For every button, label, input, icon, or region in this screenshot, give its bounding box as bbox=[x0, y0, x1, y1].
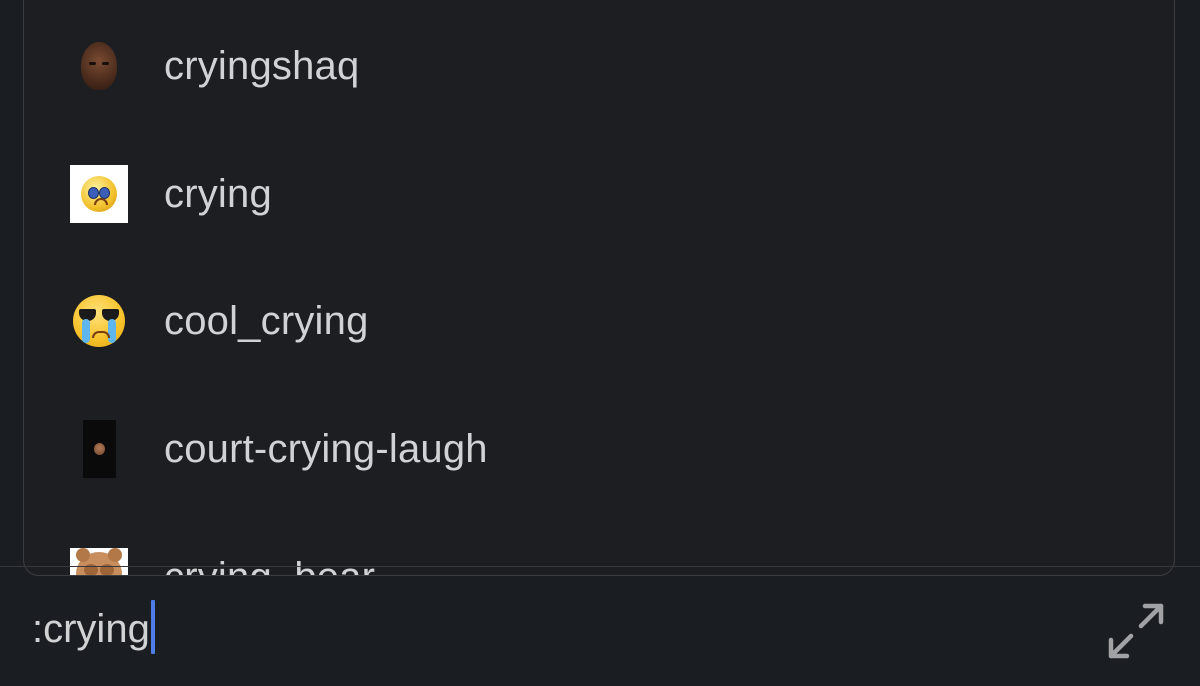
expand-composer-button[interactable] bbox=[1108, 603, 1164, 659]
message-input-value: :crying bbox=[32, 607, 150, 651]
app-root: cryingshaq crying cool_crying court-cryi… bbox=[0, 0, 1200, 686]
cool-crying-face-icon bbox=[69, 291, 129, 351]
emoji-suggestion-label: court-crying-laugh bbox=[164, 426, 488, 471]
emoji-suggestion-item[interactable]: crying bbox=[24, 130, 1174, 258]
crying-bear-icon bbox=[69, 547, 129, 575]
emoji-suggestion-item[interactable]: cryingshaq bbox=[24, 2, 1174, 130]
court-crying-laugh-icon bbox=[69, 419, 129, 479]
emoji-suggestion-label: cool_crying bbox=[164, 298, 369, 343]
crying-face-icon bbox=[69, 164, 129, 224]
expand-arrows-icon bbox=[1108, 603, 1164, 659]
emoji-suggestion-label: crying bbox=[164, 171, 272, 216]
crying-shaq-icon bbox=[69, 36, 129, 96]
emoji-suggestion-item[interactable]: cool_crying bbox=[24, 257, 1174, 385]
emoji-suggestion-label: cryingshaq bbox=[164, 43, 360, 88]
emoji-suggestion-item[interactable]: court-crying-laugh bbox=[24, 385, 1174, 513]
emoji-autocomplete-popup: cryingshaq crying cool_crying court-cryi… bbox=[23, 0, 1175, 576]
composer-divider bbox=[0, 566, 1200, 567]
message-input[interactable]: :crying bbox=[32, 600, 155, 654]
text-caret bbox=[150, 600, 155, 654]
